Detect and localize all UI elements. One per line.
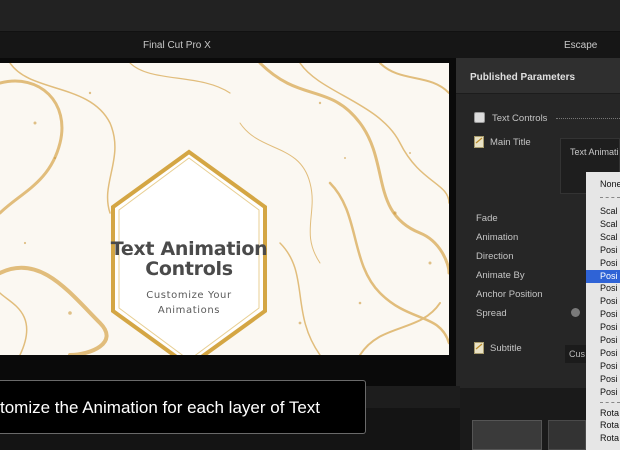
published-parameters-header: Published Parameters xyxy=(456,58,620,94)
menu-item[interactable]: Posi xyxy=(586,373,620,386)
param-animation: Animation xyxy=(476,232,519,243)
param-animate-by: Animate By xyxy=(476,270,525,281)
text-animation-popup-title: Text Animati xyxy=(570,147,619,157)
menu-item-rotate[interactable]: Rota xyxy=(586,419,620,432)
menu-item[interactable]: Posi xyxy=(586,321,620,334)
menu-item[interactable]: Posi xyxy=(586,244,620,257)
menu-item[interactable]: Posi xyxy=(586,360,620,373)
menu-item-none[interactable]: None xyxy=(586,178,620,191)
subtitle-document-icon xyxy=(474,342,484,354)
customize-field-label: Cus xyxy=(569,349,586,359)
menu-item[interactable]: Scal xyxy=(586,231,620,244)
param-direction: Direction xyxy=(476,251,514,262)
menu-item[interactable]: Posi xyxy=(586,347,620,360)
param-fade: Fade xyxy=(476,213,498,224)
tutorial-caption: tomize the Animation for each layer of T… xyxy=(0,380,366,434)
top-toolbar xyxy=(0,0,620,32)
viewer-subtitle-line1: Customize Your xyxy=(146,290,232,301)
menu-item[interactable]: Posi xyxy=(586,308,620,321)
menu-item[interactable]: Posi xyxy=(586,269,620,283)
menu-separator xyxy=(600,197,620,198)
customize-field[interactable]: Cus xyxy=(565,345,586,363)
param-anchor-position: Anchor Position xyxy=(476,289,543,300)
menu-item[interactable]: Posi xyxy=(586,282,620,295)
text-controls-label: Text Controls xyxy=(492,113,548,124)
menu-item-rotate[interactable]: Rota xyxy=(586,432,620,445)
menu-item[interactable]: Posi xyxy=(586,257,620,270)
menu-item[interactable]: Posi xyxy=(586,295,620,308)
app-title: Final Cut Pro X xyxy=(143,40,211,51)
main-title-label[interactable]: Main Title xyxy=(490,137,531,148)
menu-item[interactable]: Posi xyxy=(586,334,620,347)
viewer-subtitle-text: Customize Your Animations xyxy=(110,288,268,318)
menu-item-rotate[interactable]: Rota xyxy=(586,407,620,420)
menu-item[interactable]: Scal xyxy=(586,205,620,218)
menu-item[interactable]: Scal xyxy=(586,218,620,231)
effect-thumbnail[interactable] xyxy=(472,420,542,450)
menu-item[interactable]: Posi xyxy=(586,386,620,399)
project-name[interactable]: Escape xyxy=(564,40,597,51)
effect-thumbnail-2[interactable] xyxy=(548,420,586,450)
tutorial-caption-text: tomize the Animation for each layer of T… xyxy=(0,398,321,417)
animation-dropdown-menu[interactable]: None Scal Scal Scal Posi Posi Posi Posi Posi Pos… xyxy=(586,172,620,450)
published-parameters-title: Published Parameters xyxy=(470,72,576,83)
menu-separator xyxy=(600,401,620,403)
param-spread: Spread xyxy=(476,308,507,319)
subtitle-label[interactable]: Subtitle xyxy=(490,343,522,354)
video-viewer[interactable]: Text Animation Controls Customize Your A… xyxy=(0,63,449,355)
text-controls-divider xyxy=(556,118,620,119)
spread-slider-knob[interactable] xyxy=(571,308,580,317)
viewer-title-line2: Controls xyxy=(145,258,233,280)
viewer-title-line1: Text Animation xyxy=(110,238,268,260)
viewer-title-bar xyxy=(0,32,620,58)
text-controls-checkbox[interactable] xyxy=(474,112,485,123)
main-title-document-icon xyxy=(474,136,484,148)
viewer-title-text: Text Animation Controls xyxy=(110,239,268,279)
viewer-subtitle-line2: Animations xyxy=(157,305,221,316)
